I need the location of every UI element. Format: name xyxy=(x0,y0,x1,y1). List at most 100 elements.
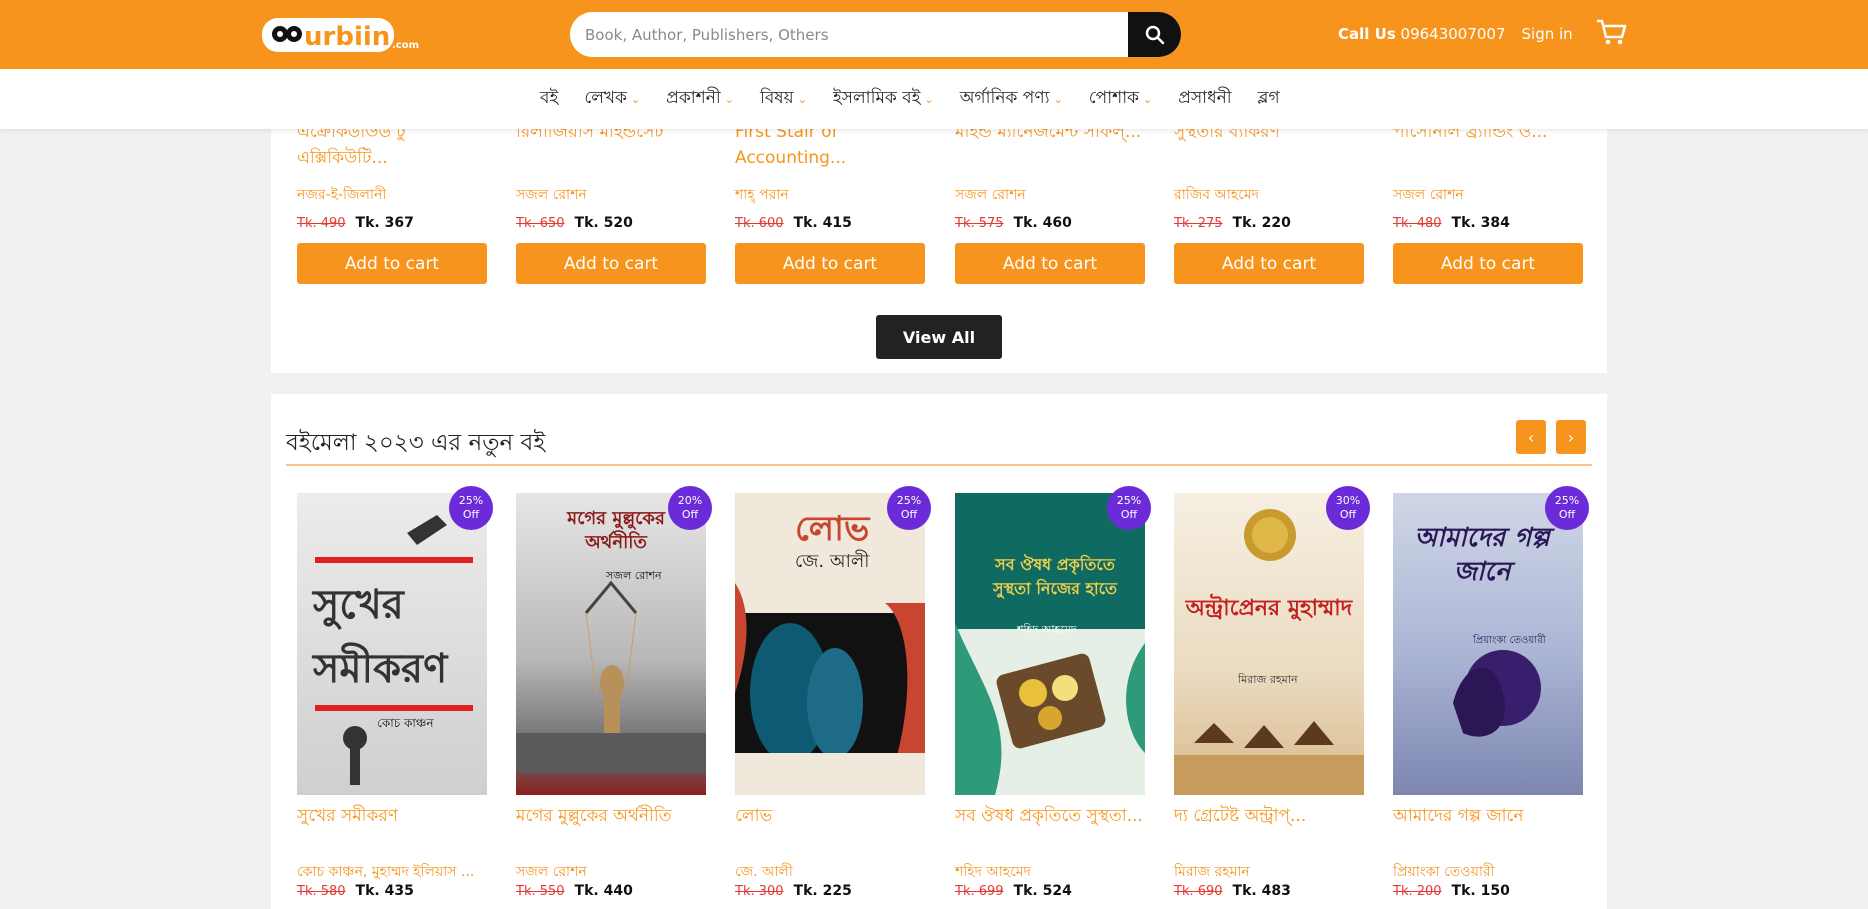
discount-value: 30% xyxy=(1335,494,1361,507)
call-label: Call Us xyxy=(1338,25,1396,43)
top-books-section: এক্রোকডাউড টু এক্সিকিউটি... নজর-ই-জিলানী… xyxy=(271,122,1607,373)
cover-author: মিরাজ রহমান xyxy=(1238,673,1298,686)
cover-title: সুখের সমীকরণ xyxy=(313,582,448,692)
chevron-left-icon: ‹ xyxy=(1527,427,1535,447)
book-cover[interactable]: আমাদের গল্প জানে প্রিয়াংকা তেওয়ারী xyxy=(1393,493,1583,795)
durbiin-logo[interactable]: urbiin .com xyxy=(260,12,424,56)
book-author[interactable]: মিরাজ রহমান xyxy=(1174,860,1250,884)
search-button[interactable] xyxy=(1128,12,1181,57)
book-author[interactable]: শহিদ আহমেদ xyxy=(955,860,1031,884)
nav-publishers[interactable]: প্রকাশনী ⌄ xyxy=(666,85,734,113)
nav-islamic-books[interactable]: ইসলামিক বই ⌄ xyxy=(833,85,934,113)
discount-off: Off xyxy=(1339,508,1357,521)
section-divider xyxy=(286,464,1592,466)
call-number: 09643007007 xyxy=(1400,25,1506,43)
nav-organic[interactable]: অর্গানিক পণ্য ⌄ xyxy=(960,85,1063,113)
cover-title: সব ঔষধ প্রকৃতিতে সুস্থতা নিজের হাতে xyxy=(992,555,1118,598)
book-author[interactable]: কোচ কাঞ্চন, মুহাম্মদ ইলিয়াস ... xyxy=(297,860,487,884)
book-author[interactable]: সজল রোশন xyxy=(516,860,587,884)
book-card: First Stair of Accounting... শাহ্ পরান T… xyxy=(735,119,925,284)
book-card: মাইন্ড ম্যানেজমেন্ট সাফল্... সজল রোশন Tk… xyxy=(955,119,1145,284)
old-price: Tk. 575 xyxy=(955,215,1004,231)
add-to-cart-button[interactable]: Add to cart xyxy=(297,243,487,284)
nav-books[interactable]: বই xyxy=(540,85,558,113)
book-author[interactable]: প্রিয়াংকা তেওয়ারী xyxy=(1393,860,1495,884)
price: Tk. 524 xyxy=(1013,883,1072,899)
chevron-down-icon: ⌄ xyxy=(924,92,934,106)
book-cover[interactable]: সুখের সমীকরণ কোচ কাঞ্চন xyxy=(297,493,487,795)
book-card: এক্রোকডাউড টু এক্সিকিউটি... নজর-ই-জিলানী… xyxy=(297,119,487,284)
search-input[interactable] xyxy=(570,12,1128,57)
nav-label: প্রসাধনী xyxy=(1178,88,1232,108)
cover-author: শহিদ আহমেদ xyxy=(1017,623,1077,636)
cover-author: প্রিয়াংকা তেওয়ারী xyxy=(1473,635,1546,646)
call-us: Call Us 09643007007 xyxy=(1338,25,1506,43)
discount-off: Off xyxy=(681,508,699,521)
price: Tk. 460 xyxy=(1013,215,1072,231)
discount-badge: 25% Off xyxy=(887,486,931,530)
book-cover[interactable]: অন্ট্রাপ্রেনর মুহাম্মাদ মিরাজ রহমান xyxy=(1174,493,1364,795)
view-all-button[interactable]: View All xyxy=(876,315,1002,359)
search-bar xyxy=(570,12,1181,57)
add-to-cart-button[interactable]: Add to cart xyxy=(1393,243,1583,284)
old-price: Tk. 580 xyxy=(297,883,346,899)
cover-author: জে. আলী xyxy=(795,551,870,572)
svg-text:.com: .com xyxy=(392,40,419,51)
book-title[interactable]: সব ঔষধ প্রকৃতিতে সুস্থতা... xyxy=(955,803,1145,829)
old-price: Tk. 275 xyxy=(1174,215,1223,231)
nav-subjects[interactable]: বিষয় ⌄ xyxy=(760,85,807,113)
add-to-cart-button[interactable]: Add to cart xyxy=(735,243,925,284)
cover-title: আমাদের গল্প জানে xyxy=(1414,523,1550,587)
book-author[interactable]: শাহ্ পরান xyxy=(735,183,925,207)
book-title[interactable]: সুখের সমীকরণ xyxy=(297,803,487,829)
nav-label: ব্লগ xyxy=(1257,88,1280,108)
book-title[interactable]: মগের মুল্লুকের অর্থনীতি xyxy=(516,803,706,829)
price: Tk. 384 xyxy=(1451,215,1510,231)
old-price: Tk. 300 xyxy=(735,883,784,899)
book-author[interactable]: সজল রোশন xyxy=(1393,183,1583,207)
nav-label: বিষয় xyxy=(759,88,794,108)
discount-badge: 20% Off xyxy=(668,486,712,530)
price: Tk. 415 xyxy=(793,215,852,231)
price: Tk. 150 xyxy=(1451,883,1510,899)
cover-author: কোচ কাঞ্চন xyxy=(377,716,434,730)
add-to-cart-button[interactable]: Add to cart xyxy=(1174,243,1364,284)
old-price: Tk. 699 xyxy=(955,883,1004,899)
book-card: পার্সোনাল ব্র্যান্ডিং ও... সজল রোশন Tk. … xyxy=(1393,119,1583,284)
nav-clothing[interactable]: পোশাক ⌄ xyxy=(1089,85,1152,113)
price: Tk. 483 xyxy=(1232,883,1291,899)
carousel-prev-button[interactable]: ‹ xyxy=(1516,420,1546,454)
nav-cosmetics[interactable]: প্রসাধনী xyxy=(1178,85,1231,113)
add-to-cart-button[interactable]: Add to cart xyxy=(516,243,706,284)
discount-value: 25% xyxy=(458,494,484,507)
book-title[interactable]: লোভ xyxy=(735,803,925,829)
add-to-cart-button[interactable]: Add to cart xyxy=(955,243,1145,284)
book-title[interactable]: দ্য গ্রেটেষ্ট অন্ট্রাপ্... xyxy=(1174,803,1364,829)
price: Tk. 435 xyxy=(355,883,414,899)
chevron-down-icon: ⌄ xyxy=(1053,92,1063,106)
nav-blog[interactable]: ব্লগ xyxy=(1258,85,1280,113)
book-author[interactable]: রাজিব আহমেদ xyxy=(1174,183,1364,207)
discount-off: Off xyxy=(462,508,480,521)
book-author[interactable]: জে. আলী xyxy=(735,860,793,884)
nav-writers[interactable]: লেখক ⌄ xyxy=(584,85,640,113)
book-cover[interactable]: মগের মুল্লুকের অর্থনীতি সজল রোশন xyxy=(516,493,706,795)
book-author[interactable]: সজল রোশন xyxy=(516,183,706,207)
chevron-down-icon: ⌄ xyxy=(724,92,734,106)
cart-icon[interactable] xyxy=(1595,18,1627,50)
price: Tk. 440 xyxy=(574,883,633,899)
old-price: Tk. 690 xyxy=(1174,883,1223,899)
price: Tk. 367 xyxy=(355,215,414,231)
book-author[interactable]: সজল রোশন xyxy=(955,183,1145,207)
chevron-right-icon: › xyxy=(1567,427,1575,447)
book-cover[interactable]: লোভ জে. আলী xyxy=(735,493,925,795)
book-cover[interactable]: সব ঔষধ প্রকৃতিতে সুস্থতা নিজের হাতে শহিদ… xyxy=(955,493,1145,795)
discount-badge: 30% Off xyxy=(1326,486,1370,530)
nav-label: প্রকাশনী xyxy=(666,88,721,108)
chevron-down-icon: ⌄ xyxy=(1143,92,1153,106)
nav-label: পোশাক xyxy=(1088,88,1140,108)
signin-link[interactable]: Sign in xyxy=(1522,25,1573,43)
book-author[interactable]: নজর-ই-জিলানী xyxy=(297,183,487,207)
carousel-next-button[interactable]: › xyxy=(1556,420,1586,454)
book-title[interactable]: আমাদের গল্প জানে xyxy=(1393,803,1583,829)
